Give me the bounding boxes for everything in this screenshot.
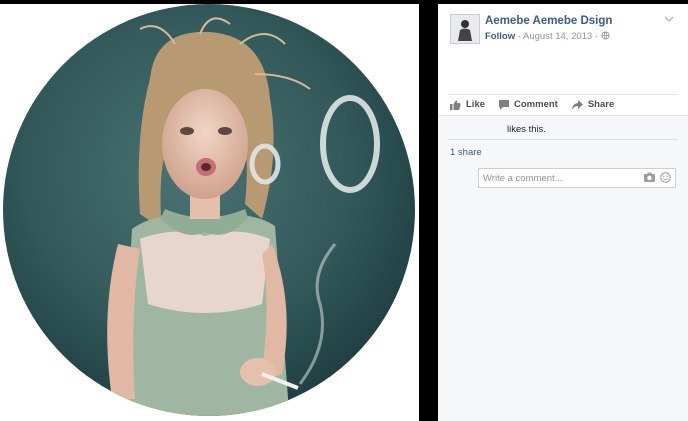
- comment-icon: [499, 99, 510, 110]
- post-meta: Follow · August 14, 2013 ·: [485, 31, 610, 42]
- like-button[interactable]: Like: [450, 99, 485, 110]
- emoji-icon[interactable]: [660, 172, 671, 183]
- meta-separator: ·: [594, 31, 599, 42]
- avatar[interactable]: [450, 14, 480, 44]
- like-label: Like: [466, 99, 486, 110]
- comment-input[interactable]: [479, 169, 633, 187]
- panel-divider: [419, 0, 438, 421]
- comment-label: Comment: [514, 99, 558, 110]
- post-date[interactable]: August 14, 2013: [523, 31, 592, 42]
- globe-icon: [601, 31, 610, 42]
- shares-link[interactable]: 1 share: [450, 147, 482, 158]
- share-arrow-icon: [571, 99, 583, 110]
- photo-viewer[interactable]: [0, 4, 419, 421]
- thumbs-up-icon: [450, 100, 461, 110]
- comment-box: [478, 168, 676, 188]
- comment-button[interactable]: Comment: [499, 99, 558, 110]
- camera-icon[interactable]: [644, 172, 655, 182]
- follow-link[interactable]: Follow: [485, 31, 515, 42]
- feedback-section: likes this. 1 share: [438, 115, 688, 421]
- share-button[interactable]: Share: [571, 99, 615, 110]
- chevron-down-icon[interactable]: [664, 14, 674, 26]
- likes-summary: likes this.: [507, 124, 547, 135]
- post-sidebar: Aemebe Aemebe Dsign Follow · August 14, …: [438, 4, 688, 421]
- page-name-link[interactable]: Aemebe Aemebe Dsign: [485, 15, 612, 27]
- post-actions: Like Comment Share: [450, 99, 614, 110]
- feedback-divider: [448, 139, 678, 140]
- actions-divider: [448, 94, 678, 95]
- share-label: Share: [587, 99, 615, 110]
- post-photo: [0, 4, 419, 421]
- meta-separator: ·: [517, 31, 521, 42]
